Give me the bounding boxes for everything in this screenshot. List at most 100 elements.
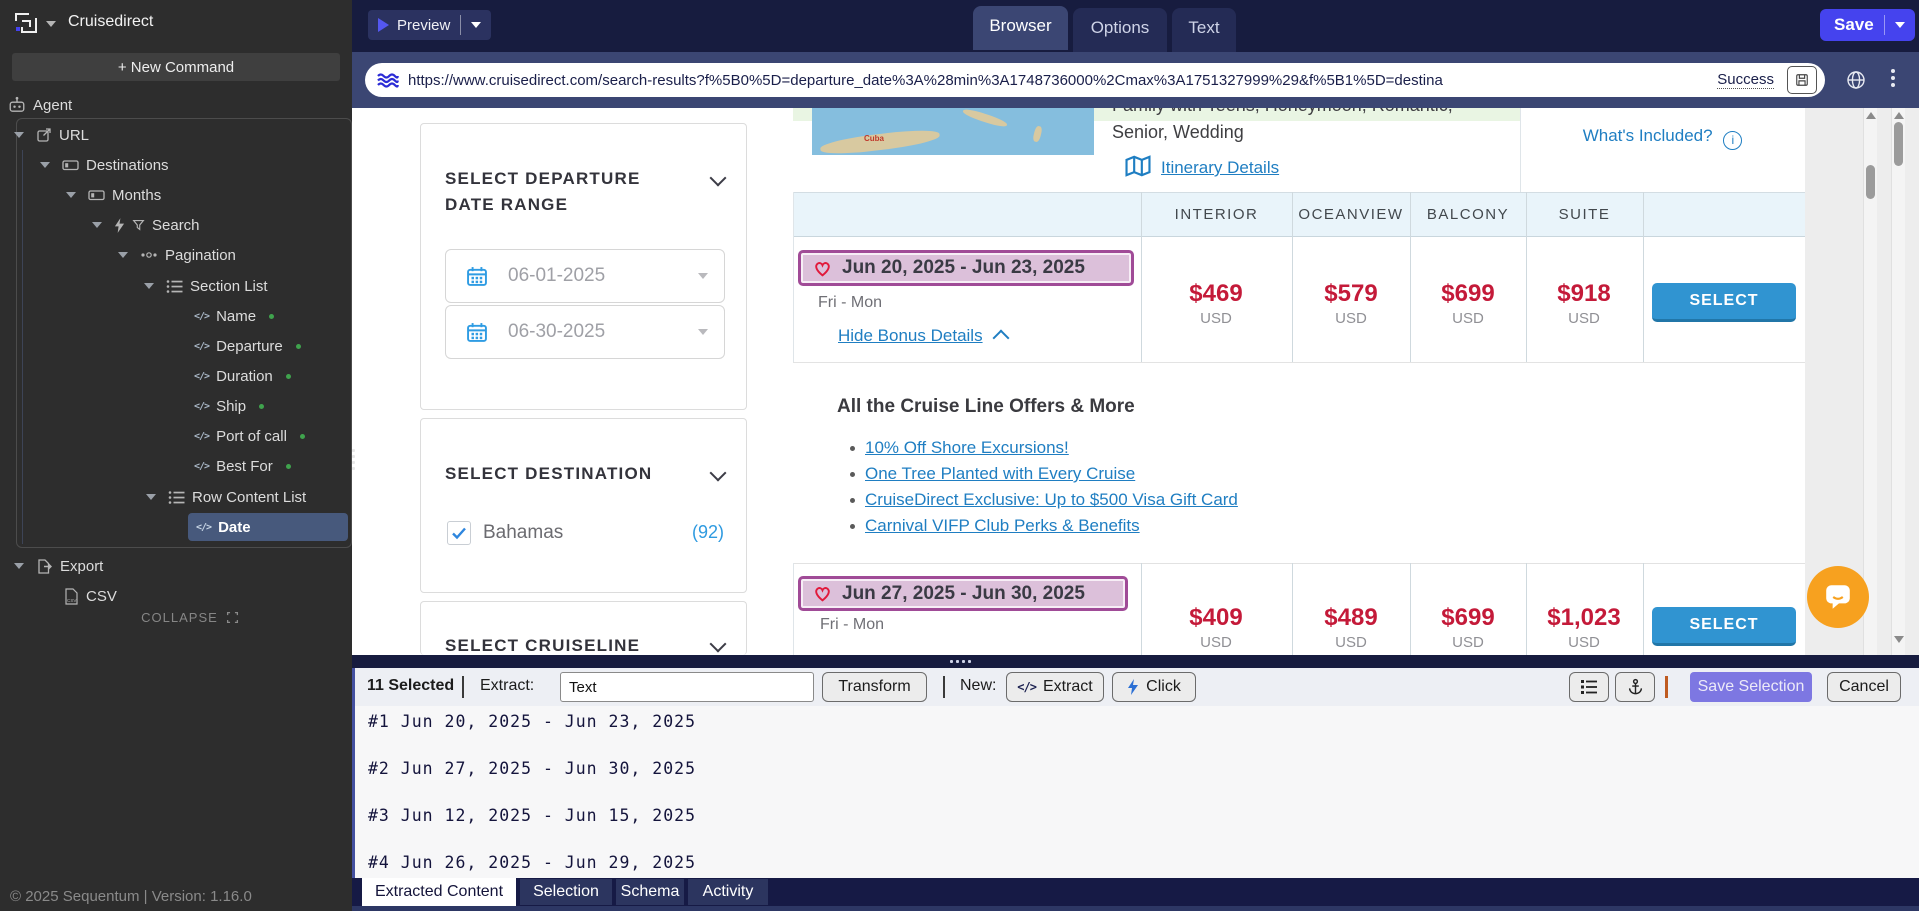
- anchor-button[interactable]: [1615, 672, 1655, 702]
- chevron-down-icon[interactable]: [710, 636, 727, 653]
- tree-item-agent[interactable]: Agent: [0, 90, 352, 120]
- tree-item-departure[interactable]: </> Departure: [0, 331, 352, 361]
- chevron-down-icon[interactable]: [144, 283, 154, 289]
- kebab-menu-icon[interactable]: [1891, 69, 1895, 87]
- tree-item-duration[interactable]: </> Duration: [0, 361, 352, 391]
- map-label: Cuba: [864, 134, 884, 143]
- chevron-down-icon[interactable]: [146, 494, 156, 500]
- chevron-down-icon[interactable]: [92, 222, 102, 228]
- selected-date-cell[interactable]: Jun 20, 2025 - Jun 23, 2025: [798, 250, 1134, 286]
- itinerary-details-link[interactable]: Itinerary Details: [1161, 158, 1279, 178]
- tree-item-port-of-call[interactable]: </> Port of call: [0, 421, 352, 451]
- extracted-row[interactable]: #4 Jun 26, 2025 - Jun 29, 2025: [368, 853, 696, 872]
- select-button[interactable]: SELECT: [1652, 283, 1796, 322]
- tree-item-row-content-list[interactable]: Row Content List: [0, 482, 352, 512]
- tree-item-section-list[interactable]: Section List: [0, 271, 352, 301]
- tab-selection[interactable]: Selection: [520, 879, 612, 905]
- offer-link[interactable]: One Tree Planted with Every Cruise: [865, 464, 1135, 484]
- info-icon[interactable]: i: [1723, 131, 1742, 150]
- date-to-input[interactable]: 06-30-2025: [445, 305, 725, 359]
- url-text[interactable]: https://www.cruisedirect.com/search-resu…: [408, 72, 1708, 89]
- new-extract-button[interactable]: </> Extract: [1006, 672, 1104, 702]
- chevron-down-icon[interactable]: [46, 21, 56, 27]
- tree-item-export[interactable]: Export: [0, 551, 352, 581]
- transform-button[interactable]: Transform: [822, 672, 927, 702]
- inner-scrollbar[interactable]: [1863, 108, 1877, 655]
- tree-item-url[interactable]: URL: [0, 120, 352, 150]
- selected-date-cell[interactable]: Jun 27, 2025 - Jun 30, 2025: [798, 576, 1128, 611]
- divider: [1643, 192, 1644, 362]
- extracted-status-dot: [286, 464, 291, 469]
- scroll-down-icon[interactable]: [1894, 636, 1904, 643]
- tree-item-destinations[interactable]: Destinations: [0, 150, 352, 180]
- tab-text[interactable]: Text: [1172, 8, 1236, 52]
- tree-item-ship[interactable]: </> Ship: [0, 391, 352, 421]
- outer-scrollbar[interactable]: [1891, 108, 1905, 655]
- whats-included-link[interactable]: What's Included?: [1583, 126, 1713, 145]
- drag-handle-icon[interactable]: [950, 660, 971, 663]
- currency-label: USD: [1156, 634, 1276, 651]
- tab-schema[interactable]: Schema: [616, 879, 684, 905]
- collapse-button[interactable]: COLLAPSE: [100, 610, 280, 625]
- chevron-down-icon[interactable]: [710, 170, 727, 187]
- destination-checkbox[interactable]: [447, 521, 471, 545]
- extracted-row[interactable]: #1 Jun 20, 2025 - Jun 23, 2025: [368, 712, 696, 731]
- check-icon: [450, 524, 468, 542]
- list-view-button[interactable]: [1569, 672, 1609, 702]
- offer-link[interactable]: 10% Off Shore Excursions!: [865, 438, 1069, 458]
- save-button[interactable]: Save: [1820, 9, 1915, 41]
- bullet-icon: [850, 498, 855, 503]
- preview-button[interactable]: Preview: [368, 10, 491, 40]
- extracted-row[interactable]: #3 Jun 12, 2025 - Jun 15, 2025: [368, 806, 696, 825]
- tree-item-name[interactable]: </> Name: [0, 301, 352, 331]
- offer-link[interactable]: CruiseDirect Exclusive: Up to $500 Visa …: [865, 490, 1238, 510]
- filter-icon: [132, 218, 145, 232]
- tree-item-search[interactable]: Search: [0, 210, 352, 240]
- chat-widget-button[interactable]: [1807, 566, 1869, 628]
- offer-link[interactable]: Carnival VIFP Club Perks & Benefits: [865, 516, 1140, 536]
- tree-item-best-for[interactable]: </> Best For: [0, 451, 352, 481]
- tree-item-pagination[interactable]: Pagination: [0, 240, 352, 270]
- extract-input[interactable]: [560, 672, 814, 702]
- address-bar[interactable]: https://www.cruisedirect.com/search-resu…: [365, 63, 1825, 97]
- chevron-down-icon[interactable]: [710, 465, 727, 482]
- itinerary-map-image[interactable]: Cuba: [812, 108, 1094, 155]
- tree-item-date[interactable]: </> Date: [0, 512, 352, 542]
- extracted-status-dot: [296, 344, 301, 349]
- template-icon: [62, 157, 79, 173]
- scrollbar-thumb[interactable]: [1866, 165, 1875, 199]
- tab-extracted-content[interactable]: Extracted Content: [362, 878, 516, 906]
- scroll-up-icon[interactable]: [1866, 112, 1876, 119]
- globe-icon[interactable]: [1846, 70, 1866, 90]
- new-click-button[interactable]: Click: [1112, 672, 1196, 702]
- tree-item-months[interactable]: Months: [0, 180, 352, 210]
- scrollbar-thumb[interactable]: [1894, 122, 1903, 166]
- date-from-input[interactable]: 06-01-2025: [445, 249, 725, 303]
- version-status: © 2025 Sequentum | Version: 1.16.0: [10, 888, 252, 905]
- tab-options[interactable]: Options: [1073, 8, 1167, 52]
- destination-option-label[interactable]: Bahamas: [483, 522, 563, 544]
- horizontal-splitter[interactable]: [352, 655, 1919, 668]
- tab-browser[interactable]: Browser: [973, 6, 1068, 50]
- scroll-up-icon[interactable]: [1894, 112, 1904, 119]
- extracted-row[interactable]: #2 Jun 27, 2025 - Jun 30, 2025: [368, 759, 696, 778]
- hide-bonus-details-link[interactable]: Hide Bonus Details: [838, 326, 983, 346]
- chevron-down-icon[interactable]: [66, 192, 76, 198]
- chevron-down-icon[interactable]: [40, 162, 50, 168]
- save-page-button[interactable]: [1787, 66, 1817, 94]
- chevron-down-icon[interactable]: [14, 132, 24, 138]
- select-button[interactable]: SELECT: [1652, 607, 1796, 646]
- save-selection-button[interactable]: Save Selection: [1690, 672, 1812, 702]
- chevron-down-icon[interactable]: [14, 563, 24, 569]
- tab-activity[interactable]: Activity: [688, 879, 768, 905]
- tree-item-csv[interactable]: CSV CSV: [0, 581, 352, 611]
- heart-icon[interactable]: [813, 260, 832, 277]
- status-badge[interactable]: Success: [1717, 71, 1774, 89]
- chevron-down-icon[interactable]: [118, 252, 128, 258]
- chevron-down-icon[interactable]: [1895, 22, 1905, 28]
- new-command-button[interactable]: + New Command: [12, 53, 340, 81]
- chevron-down-icon[interactable]: [471, 22, 481, 28]
- heart-icon[interactable]: [813, 585, 832, 602]
- sidebar-resize-handle[interactable]: [351, 446, 355, 472]
- cancel-button[interactable]: Cancel: [1827, 672, 1901, 702]
